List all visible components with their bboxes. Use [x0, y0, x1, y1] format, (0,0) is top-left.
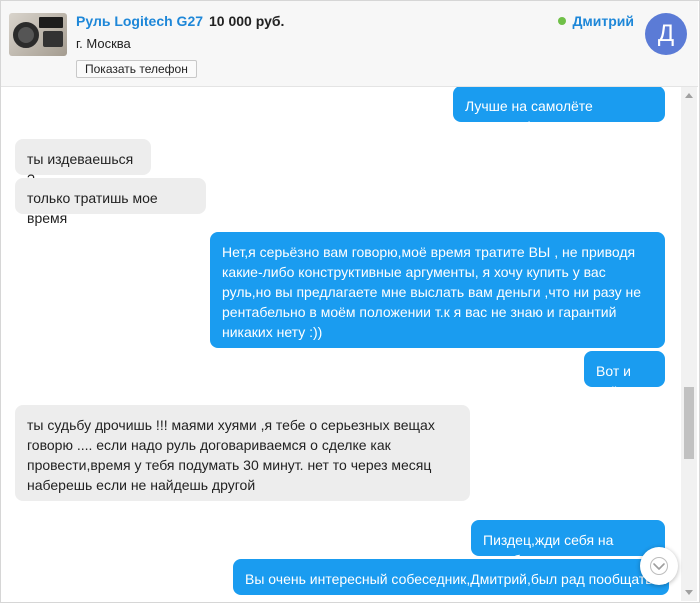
message-scrollbar[interactable] [681, 87, 697, 601]
chevron-down-icon [650, 557, 668, 575]
scrollbar-thumb[interactable] [684, 387, 694, 459]
message-outgoing: Лучше на самолёте ,согласен! [453, 87, 665, 134]
user-name-label: Дмитрий [572, 13, 634, 29]
show-phone-button[interactable]: Показать телефон [76, 60, 197, 78]
message-outgoing: Пиздец,жди себя на пикабу [471, 520, 665, 568]
scroll-to-bottom-button[interactable] [640, 547, 678, 585]
message-list: Лучше на самолёте ,согласен! ты издеваеш… [1, 87, 680, 601]
message-incoming: только тратишь мое время [15, 178, 206, 226]
item-city: г. Москва [76, 36, 131, 51]
item-title-link[interactable]: Руль Logitech G27 [76, 13, 203, 29]
message-outgoing: Нет,я серьёзно вам говорю,моё время трат… [210, 232, 665, 348]
chat-header: Руль Logitech G27 10 000 руб. г. Москва … [1, 1, 698, 87]
item-price: 10 000 руб. [209, 13, 285, 29]
online-status-icon [558, 17, 567, 25]
user-name[interactable]: Дмитрий [558, 13, 634, 29]
item-thumbnail[interactable] [9, 13, 67, 56]
thumbnail-box [39, 17, 63, 28]
avatar[interactable]: Д [645, 13, 687, 55]
thumbnail-pedals [43, 31, 63, 47]
scroll-up-arrow-icon[interactable] [685, 93, 693, 98]
message-incoming: ты судьбу дрочишь !!! маями хуями ,я теб… [15, 405, 470, 501]
thumbnail-wheel [13, 22, 39, 48]
scroll-down-arrow-icon[interactable] [685, 590, 693, 595]
message-outgoing: Вы очень интересный собеседник,Дмитрий,б… [233, 559, 669, 595]
message-incoming: ты издеваешься ? [15, 139, 151, 187]
message-outgoing: Вот и всё [584, 351, 665, 399]
